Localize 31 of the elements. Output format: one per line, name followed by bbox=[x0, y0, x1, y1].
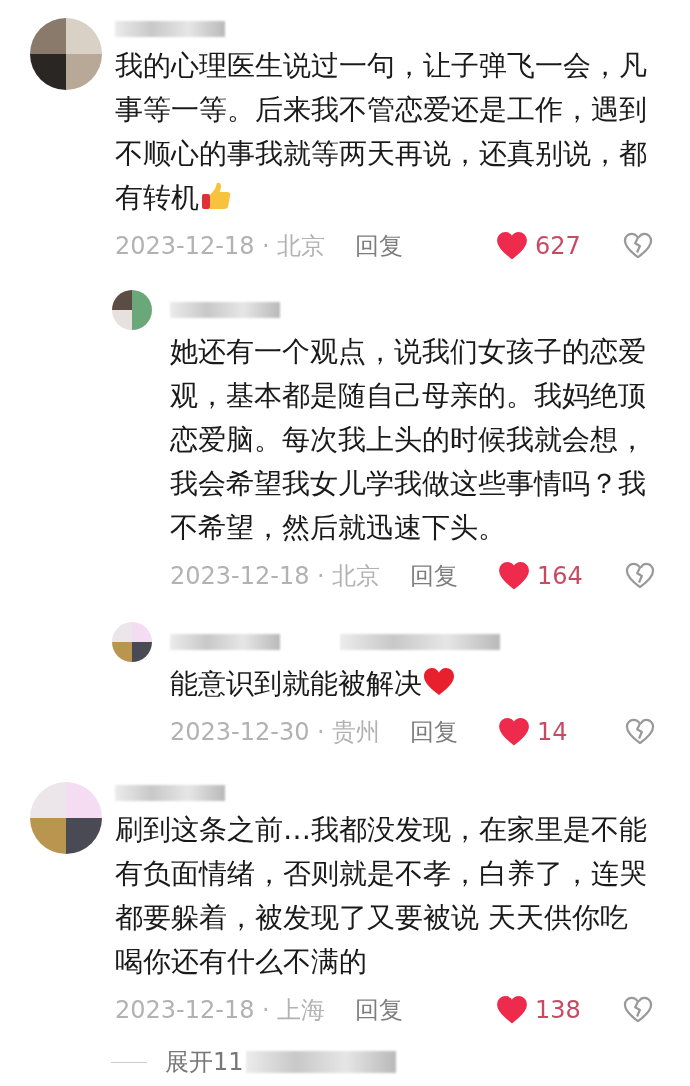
broken-heart-icon[interactable] bbox=[625, 562, 655, 590]
broken-heart-icon[interactable] bbox=[623, 996, 653, 1024]
avatar[interactable] bbox=[30, 782, 102, 854]
like-count: 14 bbox=[537, 718, 568, 746]
reply-text: 能意识到就能被解决 bbox=[170, 662, 655, 706]
broken-heart-icon[interactable] bbox=[625, 718, 655, 746]
heart-icon[interactable] bbox=[499, 718, 529, 746]
comment-date: 2023-12-18 · 上海 bbox=[115, 995, 326, 1026]
reply-link[interactable]: 回复 bbox=[410, 560, 459, 592]
reply-link[interactable]: 回复 bbox=[355, 230, 404, 262]
expand-replies-link[interactable]: 展开11 bbox=[165, 1046, 244, 1078]
comment-date: 2023-12-18 · 北京 bbox=[115, 231, 326, 262]
heart-icon bbox=[423, 666, 455, 698]
like-count: 164 bbox=[537, 562, 583, 590]
comment-text: 我的心理医生说过一句，让子弹飞一会，凡事等一等。后来我不管恋爱还是工作，遇到不顺心的事我就等两天再说，还真别说，都有转机 bbox=[115, 48, 648, 216]
comment-text: 刷到这条之前…我都没发现，在家里是不能有负面情绪，否则就是不孝，白养了，连哭都要躲着，被发现了又要被说 天天供你吃喝你还有什么不满的 bbox=[115, 812, 648, 980]
broken-heart-icon[interactable] bbox=[623, 232, 653, 260]
heart-icon[interactable] bbox=[497, 996, 527, 1024]
heart-icon[interactable] bbox=[497, 232, 527, 260]
comment-date: 2023-12-18 · 北京 bbox=[170, 561, 381, 592]
avatar[interactable] bbox=[112, 622, 152, 662]
avatar[interactable] bbox=[112, 290, 152, 330]
like-count: 138 bbox=[535, 996, 581, 1024]
avatar[interactable] bbox=[30, 18, 102, 90]
heart-icon[interactable] bbox=[499, 562, 529, 590]
like-count: 627 bbox=[535, 232, 581, 260]
reply-link[interactable]: 回复 bbox=[355, 994, 404, 1026]
reply-text: 她还有一个观点，说我们女孩子的恋爱观，基本都是随自己母亲的。我妈绝顶恋爱脑。每次我上头的时候我就会想，我会希望我女儿学我做这些事情吗？我不希望，然后就迅速下头。 bbox=[170, 334, 647, 546]
comment-date: 2023-12-30 · 贵州 bbox=[170, 717, 381, 748]
reply-link[interactable]: 回复 bbox=[410, 716, 459, 748]
thumbs-up-icon bbox=[200, 180, 232, 212]
